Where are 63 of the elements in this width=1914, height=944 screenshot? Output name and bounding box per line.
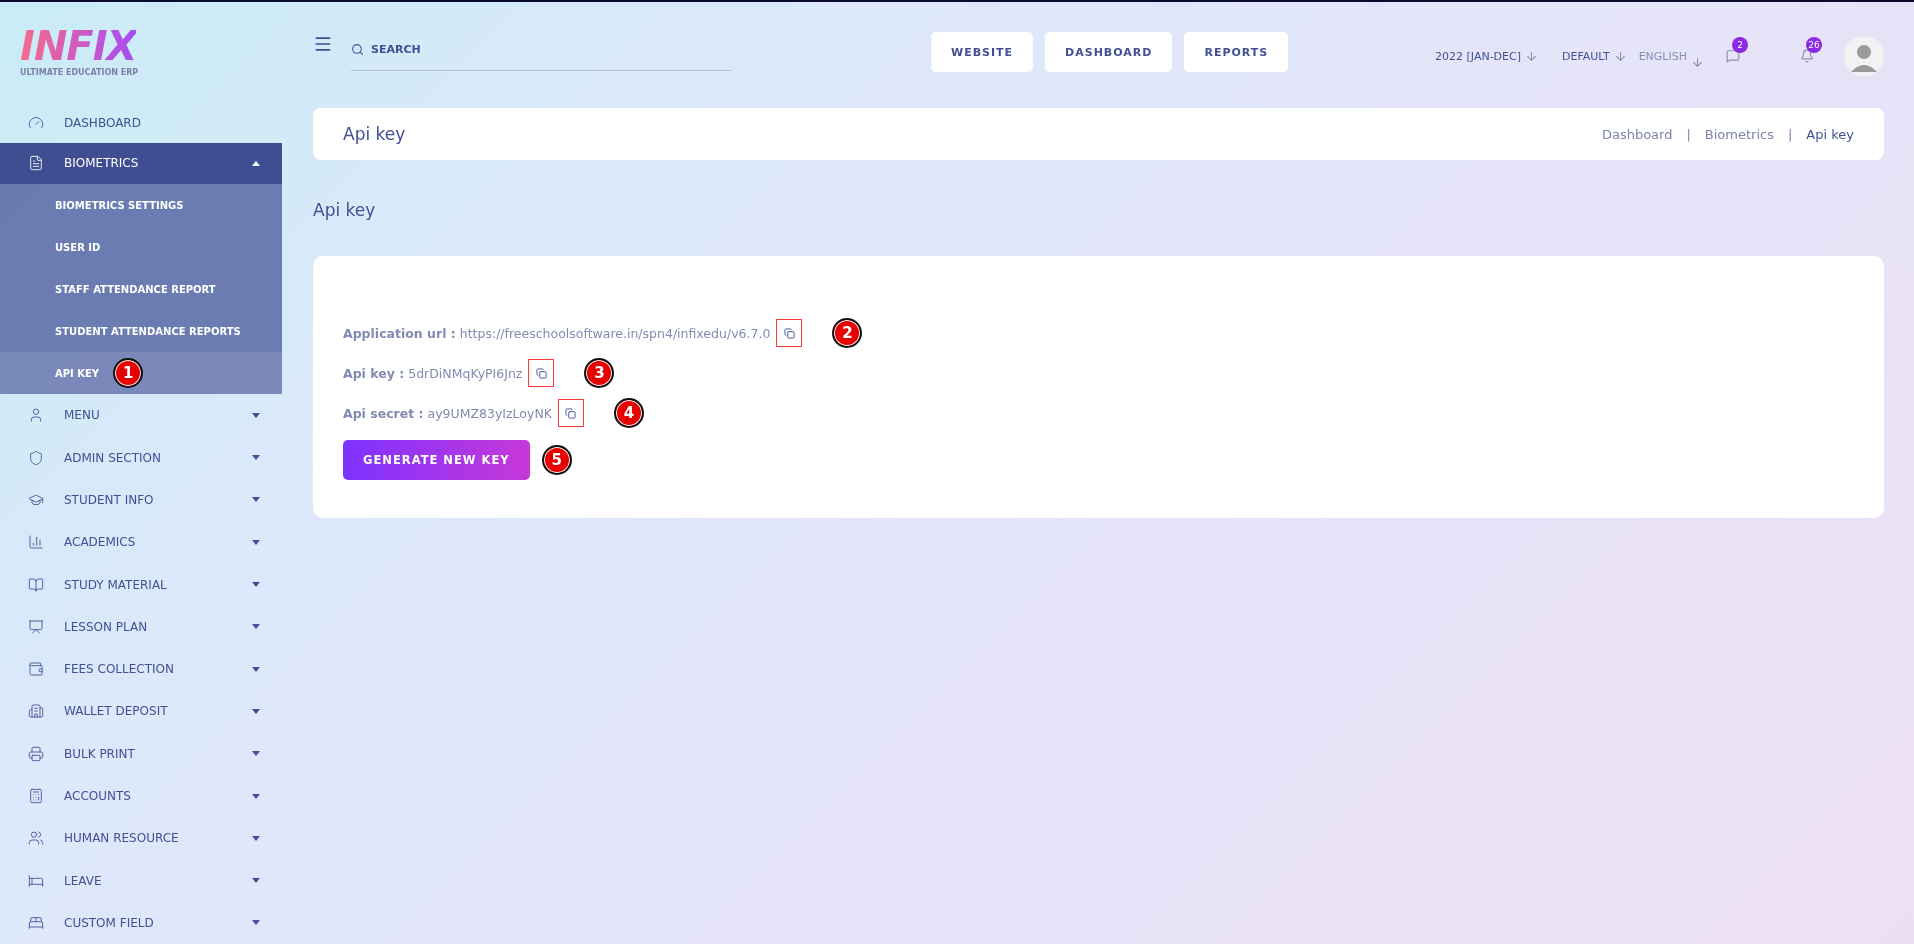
submenu-label: BIOMETRICS SETTINGS (55, 199, 184, 211)
sidebar-item[interactable]: MENU (0, 394, 282, 437)
sidebar-item[interactable]: ACCOUNTS (0, 774, 282, 818)
copy-button[interactable] (557, 399, 584, 427)
sidebar-item[interactable]: BIOMETRICS (0, 142, 282, 185)
nav-button[interactable]: WEBSITE (931, 32, 1034, 72)
submenu-label: USER ID (55, 241, 101, 253)
sidebar-item[interactable]: HUMAN RESOURCE (0, 817, 282, 860)
breadcrumb-separator: | (1787, 126, 1793, 142)
submenu-label: STAFF ATTENDANCE REPORT (55, 283, 216, 295)
search-field[interactable]: SEARCH (351, 28, 731, 71)
sidebar-item[interactable]: BULK PRINT (0, 732, 282, 775)
sidebar-item[interactable]: LEAVE (0, 859, 282, 902)
step-marker: 3 (584, 358, 615, 388)
arrow-down-icon (1613, 49, 1627, 63)
submenu-item[interactable]: API KEY 1 (0, 352, 282, 395)
chat-icon[interactable] (1726, 49, 1740, 63)
step-marker: 2 (832, 318, 863, 348)
nav-button[interactable]: DASHBOARD (1045, 32, 1173, 72)
step-marker: 1 (113, 358, 144, 389)
generate-key-button[interactable]: GENERATE NEW KEY (343, 440, 530, 480)
breadcrumb-separator: | (1686, 126, 1691, 142)
sidebar-item[interactable]: DASHBOARD (0, 103, 282, 143)
sidebar-item[interactable]: LESSON PLAN (0, 605, 282, 648)
sidebar-item[interactable]: STUDENT INFO (0, 478, 282, 522)
page-title: Api key (343, 124, 407, 144)
copy-icon (565, 407, 577, 419)
submenu-item[interactable]: BIOMETRICS SETTINGS (0, 184, 282, 227)
arrow-down-icon (1691, 55, 1704, 69)
submenu-label: API KEY (55, 367, 100, 379)
sidebar-item[interactable]: ACADEMICS (0, 521, 282, 564)
sidebar-item[interactable]: WALLET DEPOSIT (0, 690, 282, 733)
sidebar-item[interactable]: ADMIN SECTION (0, 436, 282, 479)
logo-tagline: ULTIMATE EDUCATION ERP (20, 68, 140, 77)
sidebar-item[interactable]: CUSTOM FIELD (0, 901, 282, 944)
messages-badge: 2 (1732, 37, 1748, 53)
breadcrumb-link[interactable]: Biometrics (1704, 126, 1774, 142)
breadcrumb-link[interactable]: Api key (1806, 126, 1854, 142)
submenu-item[interactable]: STAFF ATTENDANCE REPORT (0, 268, 282, 311)
section-title: Api key (313, 200, 377, 220)
search-icon (351, 43, 364, 56)
arrow-down-icon (1525, 49, 1538, 63)
copy-icon (783, 327, 795, 339)
submenu-item[interactable]: STUDENT ATTENDANCE REPORTS (0, 310, 282, 353)
notifications-badge: 26 (1806, 37, 1822, 53)
copy-button[interactable] (528, 359, 555, 387)
sidebar-item[interactable]: FEES COLLECTION (0, 648, 282, 691)
step-marker: 4 (613, 398, 644, 428)
submenu-label: STUDENT ATTENDANCE REPORTS (55, 325, 241, 337)
field-text: Application url : https://freeschoolsoftware.in/spn4/infixedu/v6.7.0 (343, 325, 771, 341)
bell-icon[interactable] (1800, 49, 1814, 63)
submenu-item[interactable]: USER ID (0, 226, 282, 269)
step-marker: 5 (541, 445, 572, 475)
copy-button[interactable] (776, 319, 803, 347)
breadcrumb-link[interactable]: Dashboard (1601, 126, 1673, 142)
copy-icon (535, 367, 547, 379)
nav-button[interactable]: REPORTS (1184, 32, 1289, 72)
session-dropdown[interactable]: 2022 [JAN-DEC] (1435, 49, 1538, 63)
sidebar-item[interactable]: STUDY MATERIAL (0, 563, 282, 606)
avatar-icon[interactable] (1844, 36, 1884, 76)
field-text: Api secret : ay9UMZ83yIzLoyNK (343, 405, 552, 421)
theme-dropdown[interactable]: DEFAULT (1562, 49, 1627, 63)
field-text: Api key : 5drDiNMqKyPI6Jnz (343, 365, 523, 381)
